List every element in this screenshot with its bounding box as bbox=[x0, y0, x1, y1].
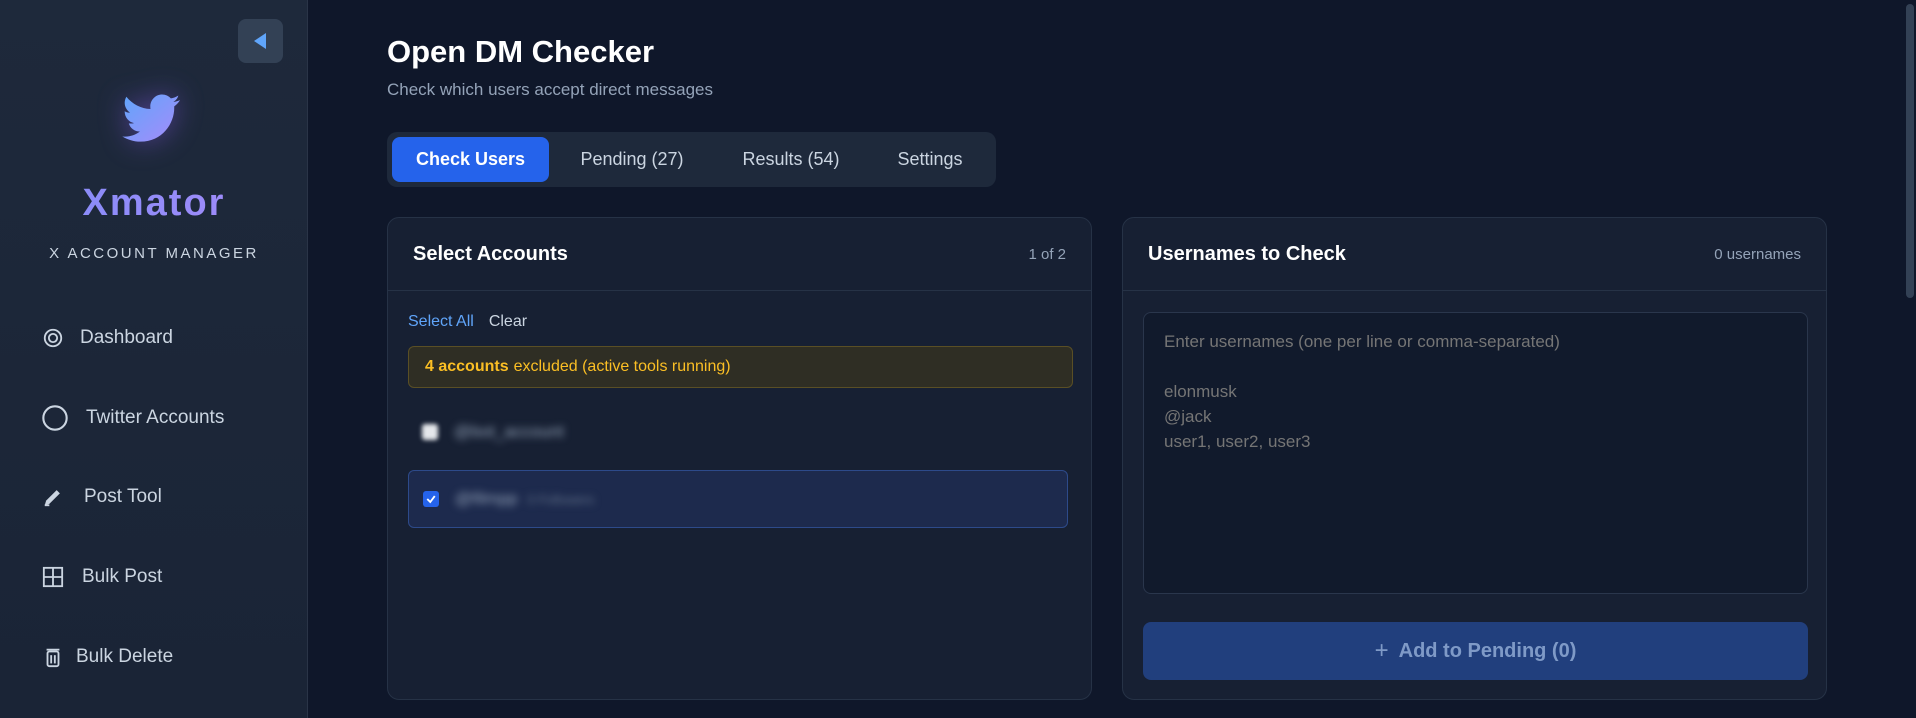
sidebar-item-label: Dashboard bbox=[80, 327, 173, 348]
card-title: Usernames to Check bbox=[1148, 242, 1346, 265]
account-checkbox-checked[interactable] bbox=[423, 491, 439, 507]
sidebar-item-label: Twitter Accounts bbox=[86, 407, 225, 428]
tab-results[interactable]: Results (54) bbox=[715, 137, 867, 182]
trash-icon bbox=[40, 644, 66, 670]
tab-bar: Check Users Pending (27) Results (54) Se… bbox=[387, 132, 996, 187]
account-checkbox[interactable] bbox=[422, 424, 438, 440]
scrollbar-thumb[interactable] bbox=[1906, 4, 1914, 298]
select-all-link[interactable]: Select All bbox=[408, 313, 474, 331]
target-icon bbox=[40, 325, 66, 351]
sidebar-item-label: Bulk Delete bbox=[76, 646, 174, 667]
add-button-label: Add to Pending (0) bbox=[1398, 639, 1577, 662]
usernames-card: Usernames to Check 0 usernames + Add to … bbox=[1122, 217, 1827, 700]
selection-links: Select All Clear bbox=[408, 313, 527, 331]
sidebar-item-bulk-delete[interactable]: Bulk Delete bbox=[40, 637, 173, 677]
sidebar-item-dashboard[interactable]: Dashboard bbox=[40, 318, 173, 358]
card-title: Select Accounts bbox=[413, 242, 568, 265]
pencil-icon bbox=[40, 484, 66, 510]
collapse-sidebar-button[interactable] bbox=[238, 19, 283, 63]
account-followers: 0 Followers bbox=[527, 492, 595, 507]
account-row-selected[interactable]: @filmpp 0 Followers bbox=[408, 470, 1068, 528]
card-header: Usernames to Check 0 usernames bbox=[1123, 218, 1826, 291]
page-subtitle: Check which users accept direct messages bbox=[387, 80, 713, 99]
sidebar-item-label: Post Tool bbox=[84, 486, 162, 507]
select-accounts-card: Select Accounts 1 of 2 Select All Clear … bbox=[387, 217, 1092, 700]
tab-check-users[interactable]: Check Users bbox=[392, 137, 549, 182]
warning-count: 4 accounts bbox=[425, 358, 509, 375]
brand-tagline: X ACCOUNT MANAGER bbox=[49, 245, 259, 262]
account-row[interactable]: @bot_account bbox=[408, 403, 1068, 461]
sidebar-item-twitter-accounts[interactable]: Twitter Accounts bbox=[40, 398, 224, 438]
excluded-accounts-warning: 4 accounts excluded (active tools runnin… bbox=[408, 346, 1073, 388]
sidebar: Xmator X ACCOUNT MANAGER Dashboard Twitt… bbox=[0, 0, 308, 718]
usernames-input[interactable] bbox=[1143, 312, 1808, 594]
page-title: Open DM Checker bbox=[387, 34, 655, 69]
warning-text: excluded (active tools running) bbox=[513, 358, 731, 375]
tab-settings[interactable]: Settings bbox=[867, 137, 993, 182]
sidebar-item-label: Bulk Post bbox=[82, 566, 163, 587]
tab-pending[interactable]: Pending (27) bbox=[549, 137, 715, 182]
usernames-count: 0 usernames bbox=[1714, 245, 1801, 263]
card-header: Select Accounts 1 of 2 bbox=[388, 218, 1091, 291]
sidebar-item-post-tool[interactable]: Post Tool bbox=[40, 477, 162, 517]
sidebar-item-bulk-post[interactable]: Bulk Post bbox=[40, 557, 162, 597]
triangle-left-icon bbox=[253, 33, 266, 49]
plus-icon: + bbox=[1374, 637, 1389, 664]
selected-count: 1 of 2 bbox=[1028, 245, 1066, 263]
clear-link[interactable]: Clear bbox=[489, 313, 527, 331]
checkmark-icon bbox=[426, 495, 436, 504]
circle-icon bbox=[40, 403, 70, 433]
page-scrollbar[interactable] bbox=[1904, 0, 1916, 718]
twitter-bird-icon bbox=[116, 86, 188, 150]
brand-name: Xmator bbox=[0, 182, 308, 225]
account-handle: @bot_account bbox=[454, 422, 564, 441]
grid-icon bbox=[40, 564, 66, 590]
add-to-pending-button[interactable]: + Add to Pending (0) bbox=[1143, 622, 1808, 680]
account-handle: @filmpp 0 Followers bbox=[455, 489, 595, 508]
